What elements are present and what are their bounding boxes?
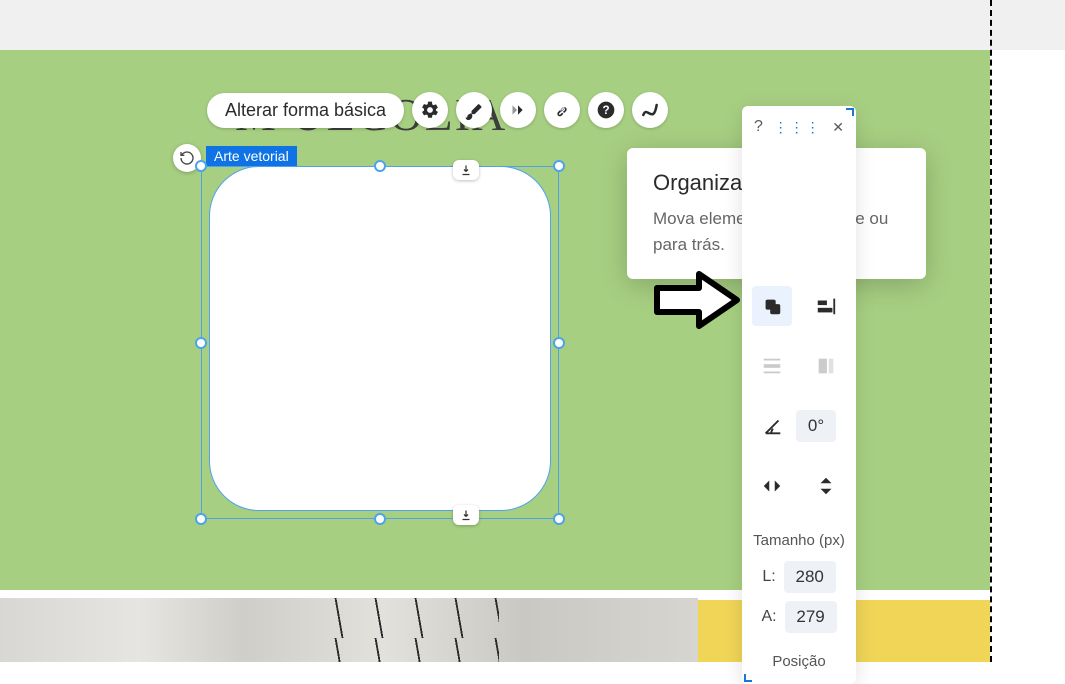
floating-toolbar: Alterar forma básica ? (207, 92, 668, 128)
drag-grip-icon[interactable]: ⋮⋮⋮ (774, 119, 822, 136)
help-circle-icon: ? (596, 100, 616, 120)
download-icon (460, 164, 472, 176)
curve-icon (640, 100, 660, 120)
gear-icon (420, 100, 440, 120)
arrange-icon (761, 295, 783, 317)
resize-handle[interactable] (374, 513, 386, 525)
svg-text:?: ? (603, 104, 610, 117)
path-button[interactable] (632, 92, 668, 128)
canvas-photo-strip (0, 598, 698, 662)
flip-v-icon (815, 474, 837, 498)
width-input[interactable]: 280 (784, 561, 836, 593)
distribute-icon (761, 355, 783, 377)
top-bar (0, 0, 1065, 50)
vector-shape[interactable] (209, 166, 551, 511)
arrange-button[interactable] (752, 286, 792, 326)
distribute-button[interactable] (752, 346, 792, 386)
selected-shape[interactable]: Arte vetorial (201, 158, 559, 519)
resize-handle[interactable] (195, 513, 207, 525)
link-button[interactable] (544, 92, 580, 128)
flip-vertical-button[interactable] (806, 466, 846, 506)
selection-type-tag: Arte vetorial (206, 146, 297, 166)
motion-icon (507, 99, 529, 121)
angle-icon (762, 415, 784, 437)
resize-handle[interactable] (553, 513, 565, 525)
size-section-title: Tamanho (px) (753, 532, 845, 549)
height-label: A: (761, 608, 776, 626)
align-button[interactable] (806, 286, 846, 326)
resize-handle[interactable] (553, 160, 565, 172)
align-icon (815, 295, 837, 317)
instruction-arrow (652, 270, 742, 330)
design-panel: ? ⋮⋮⋮ ✕ 0° Tamanho (px) L: (742, 106, 856, 684)
edge-download-bottom[interactable] (453, 505, 479, 525)
resize-handle[interactable] (195, 160, 207, 172)
flip-horizontal-button[interactable] (752, 466, 792, 506)
change-shape-button[interactable]: Alterar forma básica (207, 93, 404, 128)
rotate-icon (179, 150, 195, 166)
resize-handle[interactable] (195, 337, 207, 349)
panel-help-button[interactable]: ? (754, 118, 763, 136)
width-label: L: (762, 568, 775, 586)
panel-close-button[interactable]: ✕ (832, 119, 844, 136)
brush-icon (464, 100, 484, 120)
page-boundary-guide (990, 0, 992, 662)
layers-button[interactable] (806, 346, 846, 386)
edge-download-top[interactable] (453, 160, 479, 180)
download-icon (460, 509, 472, 521)
resize-handle[interactable] (553, 337, 565, 349)
rotation-input[interactable]: 0° (796, 410, 836, 442)
animation-button[interactable] (500, 92, 536, 128)
link-icon (552, 100, 572, 120)
help-button[interactable]: ? (588, 92, 624, 128)
layers-icon (815, 355, 837, 377)
height-input[interactable]: 279 (785, 601, 837, 633)
brush-button[interactable] (456, 92, 492, 128)
flip-h-icon (760, 475, 784, 497)
resize-handle[interactable] (374, 160, 386, 172)
settings-button[interactable] (412, 92, 448, 128)
